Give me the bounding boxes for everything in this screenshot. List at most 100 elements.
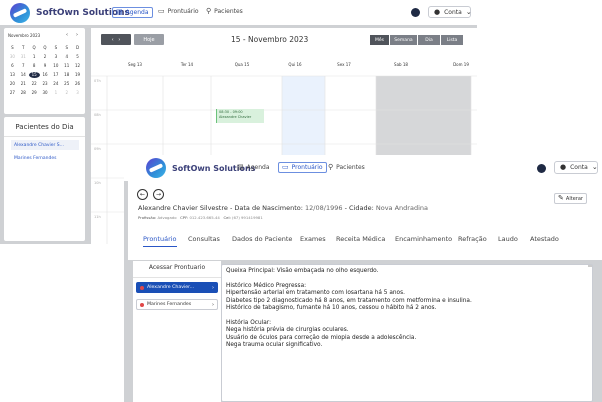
account-menu[interactable]: ● Conta ⌄	[428, 6, 472, 18]
chevron-right-icon: ›	[212, 301, 214, 308]
mini-calendar-day[interactable]: 17	[50, 72, 61, 78]
chevron-left-icon[interactable]: ‹	[66, 32, 68, 38]
brand-logo-icon	[146, 158, 166, 178]
mini-calendar-day[interactable]: 30	[7, 54, 18, 60]
mini-calendar-day[interactable]: 5	[72, 54, 83, 60]
mini-calendar-day[interactable]: 12	[72, 63, 83, 69]
mini-calendar-day[interactable]: 23	[40, 81, 51, 87]
acessar-prontuario-panel: Acessar Prontuario Alexandre Chavier... …	[133, 261, 221, 402]
divider	[133, 277, 221, 278]
cel-value: (67) 991419981	[232, 215, 263, 220]
tab-laudo[interactable]: Laudo	[498, 235, 518, 243]
back-arrow-icon[interactable]: ←	[137, 189, 148, 200]
weekday-label: Q	[43, 45, 47, 50]
user-icon: ⚲	[206, 7, 212, 15]
mini-calendar-day[interactable]: 24	[50, 81, 61, 87]
edit-icon: ✎	[558, 194, 564, 202]
tab-receita-medica[interactable]: Receita Médica	[336, 235, 385, 243]
nav-pacientes-label: Pacientes	[336, 164, 365, 171]
mini-calendar-day[interactable]: 4	[61, 54, 72, 60]
pacientes-do-dia-item[interactable]: Marines Fernandes	[11, 153, 79, 163]
mini-calendar-day[interactable]: 3	[72, 90, 83, 96]
notification-icon[interactable]	[537, 164, 546, 173]
mini-calendar-day[interactable]: 18	[61, 72, 72, 78]
mini-calendar-day[interactable]: 1	[29, 54, 40, 60]
calendar-day-header: Seg 13	[128, 62, 142, 67]
forward-arrow-icon[interactable]: →	[153, 189, 164, 200]
tab-encaminhamento[interactable]: Encaminhamento	[395, 235, 452, 243]
calendar-day-header: Sab 18	[394, 62, 408, 67]
calendar-time-label: 10h	[94, 181, 101, 185]
pacientes-do-dia-title: Pacientes do Dia	[15, 123, 74, 131]
mini-calendar-day[interactable]: 13	[7, 72, 18, 78]
mini-calendar-day[interactable]: 28	[18, 90, 29, 96]
calendar-icon: ▤	[237, 163, 244, 171]
calendar-day-header: Dom 19	[453, 62, 469, 67]
tab-consultas[interactable]: Consultas	[188, 235, 220, 243]
tab-exames[interactable]: Exames	[300, 235, 326, 243]
chevron-right-icon[interactable]: ›	[76, 32, 78, 38]
mini-calendar-day[interactable]: 9	[40, 63, 51, 69]
calendar-event[interactable]: 08:30 - 09:00 Alexandre Chavier	[216, 109, 264, 123]
nav-agenda-label: Agenda	[246, 164, 270, 171]
mini-calendar-day[interactable]: 14	[18, 72, 29, 78]
status-dot-icon	[140, 285, 144, 290]
mini-calendar-day[interactable]: 15	[28, 72, 40, 78]
nav-agenda[interactable]: ▤ Agenda	[237, 163, 270, 172]
mini-calendar-day[interactable]: 31	[18, 54, 29, 60]
brand-logo-icon	[10, 3, 30, 23]
mini-calendar-day[interactable]: 8	[29, 63, 40, 69]
mini-calendar-day[interactable]: 21	[18, 81, 29, 87]
mini-calendar-day[interactable]: 6	[7, 63, 18, 69]
mini-calendar-day[interactable]: 7	[18, 63, 29, 69]
pacientes-do-dia-item[interactable]: Alexandre Chavier S...	[11, 140, 79, 150]
mini-calendar-day[interactable]: 22	[29, 81, 40, 87]
mini-calendar-day[interactable]: 19	[72, 72, 83, 78]
nav-agenda[interactable]: ▤ Agenda	[112, 7, 153, 18]
alterar-button[interactable]: ✎ Alterar	[554, 193, 587, 204]
mini-calendar-day[interactable]: 10	[50, 63, 61, 69]
prontuario-topbar: SoftOwn Solutions ▤ Agenda ▭ Prontuário …	[124, 155, 602, 181]
calendar-day-header: Qui 16	[288, 62, 302, 67]
prontuario-text-line: Histórico de tabagismo, fumante há 10 an…	[226, 305, 437, 312]
mini-calendar-day[interactable]: 2	[40, 54, 51, 60]
patient-city-label: Cidade:	[349, 204, 374, 212]
tab-prontuario[interactable]: Prontuário	[143, 235, 177, 247]
mini-calendar-day[interactable]: 27	[7, 90, 18, 96]
scrollbar[interactable]	[588, 265, 592, 267]
nav-pacientes[interactable]: ⚲ Pacientes	[328, 163, 365, 172]
mini-calendar-day[interactable]: 26	[72, 81, 83, 87]
mini-calendar-day[interactable]: 25	[61, 81, 72, 87]
calendar-day-header: Sex 17	[337, 62, 351, 67]
mini-calendar-day[interactable]: 20	[7, 81, 18, 87]
acessar-prontuario-item[interactable]: Alexandre Chavier... ›	[136, 282, 218, 293]
nav-pacientes[interactable]: ⚲ Pacientes	[206, 7, 243, 16]
account-menu[interactable]: ● Conta ⌄	[554, 161, 598, 174]
mini-calendar-day[interactable]: 1	[50, 90, 61, 96]
mini-calendar-day[interactable]: 11	[61, 63, 72, 69]
tab-atestado[interactable]: Atestado	[530, 235, 559, 243]
mini-calendar-day[interactable]: 29	[29, 90, 40, 96]
acessar-prontuario-item[interactable]: Marines Fernandes ›	[136, 299, 218, 310]
mini-calendar-day[interactable]: 2	[61, 90, 72, 96]
clipboard-icon: ▭	[158, 7, 165, 15]
calendar-time-label: 08h	[94, 113, 101, 117]
alterar-label: Alterar	[565, 195, 583, 202]
nav-pacientes-label: Pacientes	[214, 8, 243, 15]
notification-icon[interactable]	[411, 8, 420, 17]
prontuario-text-line: Nega trauma ocular significativo.	[226, 342, 323, 349]
mini-calendar-day[interactable]: 3	[50, 54, 61, 60]
prontuario-textarea[interactable]: Queixa Principal: Visão embaçada no olho…	[221, 264, 593, 402]
tab-dados-paciente[interactable]: Dados do Paciente	[232, 235, 292, 243]
patient-info-line: Alexandre Chavier Silvestre - Data de Na…	[138, 204, 428, 212]
mini-calendar-day[interactable]: 30	[40, 90, 51, 96]
nav-prontuario[interactable]: ▭ Prontuário	[158, 7, 199, 16]
tab-refracao[interactable]: Refração	[458, 235, 487, 243]
calendar-day-header: Qua 15	[234, 62, 250, 67]
user-icon: ⚲	[328, 163, 334, 171]
prontuario-text-line: Usuário de óculos para correção de miopi…	[226, 334, 417, 341]
mini-calendar-day[interactable]: 16	[40, 72, 51, 78]
mini-calendar: Novembro 2023 ‹ › S T Q Q S S D 30 31 1 2 3 4 5 6 7 8 9 10…	[4, 28, 85, 114]
nav-prontuario[interactable]: ▭ Prontuário	[278, 162, 327, 173]
